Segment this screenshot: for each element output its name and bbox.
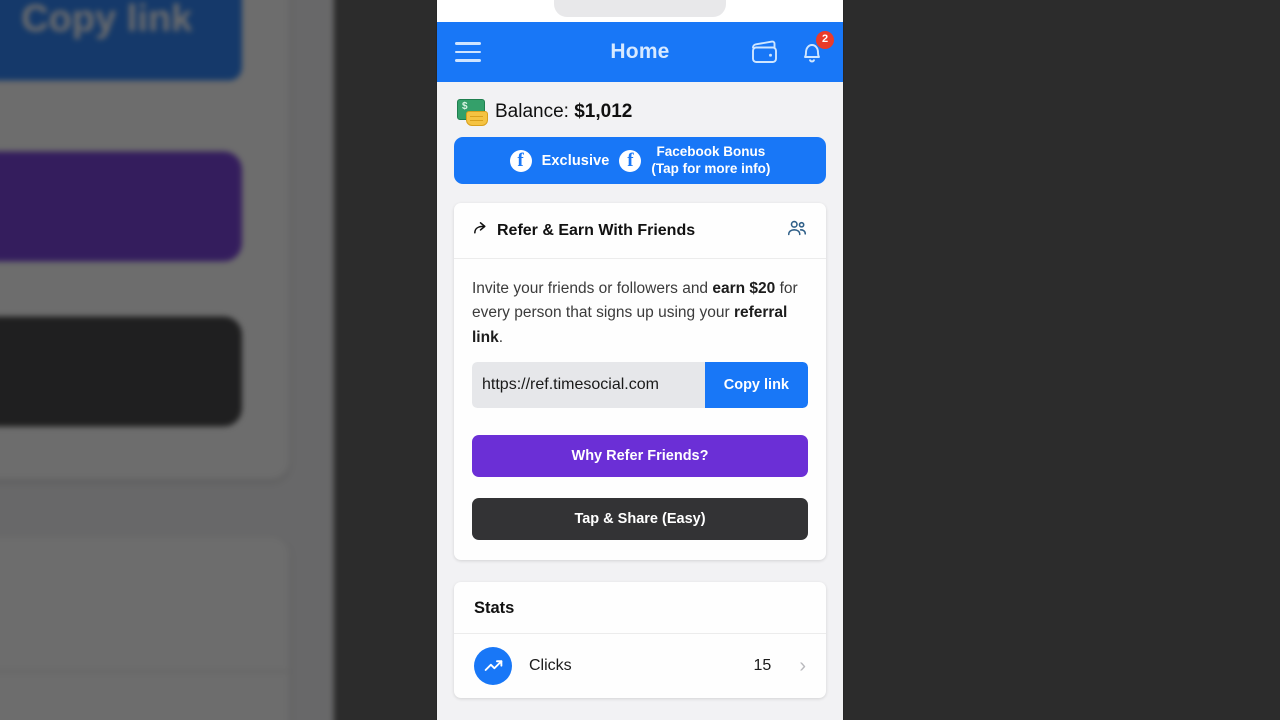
blurb-part-3: .: [498, 328, 504, 346]
balance-text: Balance: $1,012: [495, 101, 632, 123]
stats-row-clicks[interactable]: Clicks 15 ›: [454, 634, 826, 698]
refer-earn-title: Refer & Earn With Friends: [497, 221, 696, 239]
background-tap-share-button: Tap & Share (Easy): [0, 317, 243, 428]
balance-label: Balance:: [495, 101, 569, 122]
refer-earn-card-header: Refer & Earn With Friends: [454, 203, 826, 259]
facebook-bonus-banner[interactable]: f Exclusive f Facebook Bonus (Tap for mo…: [454, 137, 826, 184]
status-bar: [437, 0, 843, 22]
hamburger-menu-icon[interactable]: [455, 42, 481, 62]
status-pill: [554, 0, 726, 17]
screen-root: Refer & Earn With Friends Invite your fr…: [0, 0, 1280, 720]
trending-up-icon: [474, 647, 512, 686]
facebook-icon-left: f: [509, 149, 532, 172]
tap-and-share-button[interactable]: Tap & Share (Easy): [472, 498, 808, 541]
wallet-icon[interactable]: [750, 39, 780, 65]
people-icon[interactable]: [786, 217, 808, 244]
stats-row-label: Clicks: [529, 657, 572, 675]
app-bar: Home 2: [437, 22, 843, 82]
background-copy-link-button: Copy link: [0, 0, 243, 82]
refer-earn-card: Refer & Earn With Friends Invite your fr…: [454, 203, 826, 561]
refer-earn-description: Invite your friends or followers and ear…: [472, 277, 808, 350]
refer-earn-card-body: Invite your friends or followers and ear…: [454, 259, 826, 560]
notification-badge: 2: [816, 30, 834, 49]
background-stats-heading: Stats: [0, 538, 290, 674]
stats-heading: Stats: [454, 582, 826, 635]
facebook-bonus-text: Facebook Bonus (Tap for more info): [651, 144, 770, 177]
copy-link-button[interactable]: Copy link: [704, 362, 808, 409]
why-refer-friends-button[interactable]: Why Refer Friends?: [472, 435, 808, 478]
background-why-refer-button: Why Refer Friends?: [0, 152, 243, 263]
facebook-bonus-line2: (Tap for more info): [651, 160, 771, 176]
referral-link-input[interactable]: [472, 362, 705, 409]
balance-amount: $1,012: [574, 101, 633, 122]
chevron-right-icon[interactable]: ›: [799, 656, 806, 676]
facebook-icon-right: f: [619, 149, 642, 172]
share-arrow-icon: [472, 220, 489, 242]
blurb-bold-earn: earn $20: [712, 280, 776, 297]
phone-viewport: Home 2 $ Balance: $1,012 f Exclusive f F…: [437, 0, 843, 720]
blurb-part-1: Invite your friends or followers and: [472, 280, 713, 297]
app-bar-actions: 2: [750, 30, 834, 66]
balance-row: Balance: $1,012: [454, 82, 826, 137]
bell-icon[interactable]: 2: [799, 30, 834, 66]
stats-row-value: 15: [753, 657, 772, 675]
referral-link-row: Copy link: [472, 362, 808, 409]
money-emoji: [457, 99, 488, 126]
facebook-bonus-line1: Facebook Bonus: [656, 144, 766, 160]
main-content: Balance: $1,012 f Exclusive f Facebook B…: [437, 82, 843, 699]
exclusive-label: Exclusive: [541, 152, 610, 169]
stats-card: Stats Clicks 15 ›: [454, 582, 826, 699]
